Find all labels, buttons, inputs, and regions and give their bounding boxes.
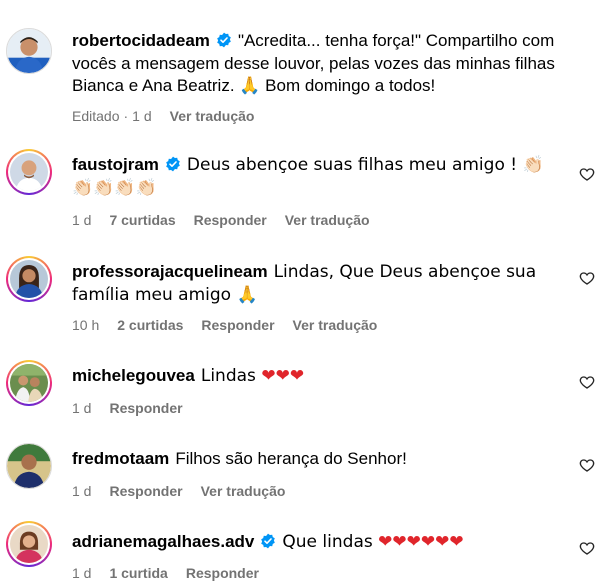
comment-body: faustojram Deus abençoe suas filhas meu a… xyxy=(72,154,555,199)
avatar-photo xyxy=(10,260,48,298)
comment-time[interactable]: 1 d xyxy=(72,400,91,416)
avatar-photo xyxy=(10,153,48,191)
comment-time[interactable]: 1 d xyxy=(72,565,91,581)
avatar[interactable] xyxy=(6,149,52,195)
translate-link[interactable]: Ver tradução xyxy=(293,317,378,333)
likes-count[interactable]: 7 curtidas xyxy=(109,212,175,228)
heart-outline-icon[interactable] xyxy=(579,374,595,390)
reply-button[interactable]: Responder xyxy=(109,483,182,499)
comment-body: adrianemagalhaes.adv Que lindas ❤❤❤❤❤❤ xyxy=(72,531,555,554)
avatar[interactable] xyxy=(6,443,52,489)
meta-separator: · xyxy=(123,108,129,124)
avatar-photo xyxy=(10,364,48,402)
author-username[interactable]: robertocidadeam xyxy=(72,31,210,50)
verified-badge-icon xyxy=(216,32,232,48)
edited-label: Editado xyxy=(72,108,120,124)
comment-body: michelegouvea Lindas ❤❤❤ xyxy=(72,365,555,388)
comment-meta: 1 d Responder xyxy=(72,399,201,417)
comment-text: Que lindas ❤❤❤❤❤❤ xyxy=(282,532,464,552)
comment-body: fredmotaam Filhos são herança do Senhor! xyxy=(72,448,555,471)
comment-username[interactable]: fredmotaam xyxy=(72,449,169,468)
comment-username[interactable]: adrianemagalhaes.adv xyxy=(72,532,254,551)
avatar[interactable] xyxy=(6,521,52,567)
caption-time[interactable]: 1 d xyxy=(132,108,151,124)
comment-username[interactable]: faustojram xyxy=(72,155,159,174)
comment-text: Lindas ❤❤❤ xyxy=(200,366,305,386)
avatar[interactable] xyxy=(6,360,52,406)
comment-time[interactable]: 10 h xyxy=(72,317,99,333)
avatar[interactable] xyxy=(6,256,52,302)
likes-count[interactable]: 1 curtida xyxy=(109,565,167,581)
reply-button[interactable]: Responder xyxy=(201,317,274,333)
comment-meta: 1 d Responder Ver tradução xyxy=(72,482,303,500)
translate-link[interactable]: Ver tradução xyxy=(201,483,286,499)
translate-link[interactable]: Ver tradução xyxy=(170,108,255,124)
comment-username[interactable]: michelegouvea xyxy=(72,366,195,385)
heart-outline-icon[interactable] xyxy=(579,457,595,473)
avatar-photo xyxy=(7,29,51,73)
reply-button[interactable]: Responder xyxy=(194,212,267,228)
caption-body: robertocidadeam "Acredita... tenha força!… xyxy=(72,30,555,98)
reply-button[interactable]: Responder xyxy=(109,400,182,416)
comment-text: Filhos são herança do Senhor! xyxy=(175,449,407,468)
caption-meta: Editado · 1 d Ver tradução xyxy=(72,107,272,125)
comment-username[interactable]: professorajacquelineam xyxy=(72,262,268,281)
heart-outline-icon[interactable] xyxy=(579,540,595,556)
verified-badge-icon xyxy=(165,156,181,172)
verified-badge-icon xyxy=(260,533,276,549)
avatar[interactable] xyxy=(6,28,52,74)
comment-body: professorajacquelineam Lindas, Que Deus a… xyxy=(72,261,555,306)
avatar-photo xyxy=(7,444,51,488)
likes-count[interactable]: 2 curtidas xyxy=(117,317,183,333)
comment-meta: 1 d 7 curtidas Responder Ver tradução xyxy=(72,211,388,229)
comment-meta: 10 h 2 curtidas Responder Ver tradução xyxy=(72,316,395,334)
avatar-photo xyxy=(10,525,48,563)
comment-meta: 1 d 1 curtida Responder xyxy=(72,564,277,582)
reply-button[interactable]: Responder xyxy=(186,565,259,581)
translate-link[interactable]: Ver tradução xyxy=(285,212,370,228)
comment-time[interactable]: 1 d xyxy=(72,483,91,499)
comment-time[interactable]: 1 d xyxy=(72,212,91,228)
heart-outline-icon[interactable] xyxy=(579,270,595,286)
heart-outline-icon[interactable] xyxy=(579,166,595,182)
